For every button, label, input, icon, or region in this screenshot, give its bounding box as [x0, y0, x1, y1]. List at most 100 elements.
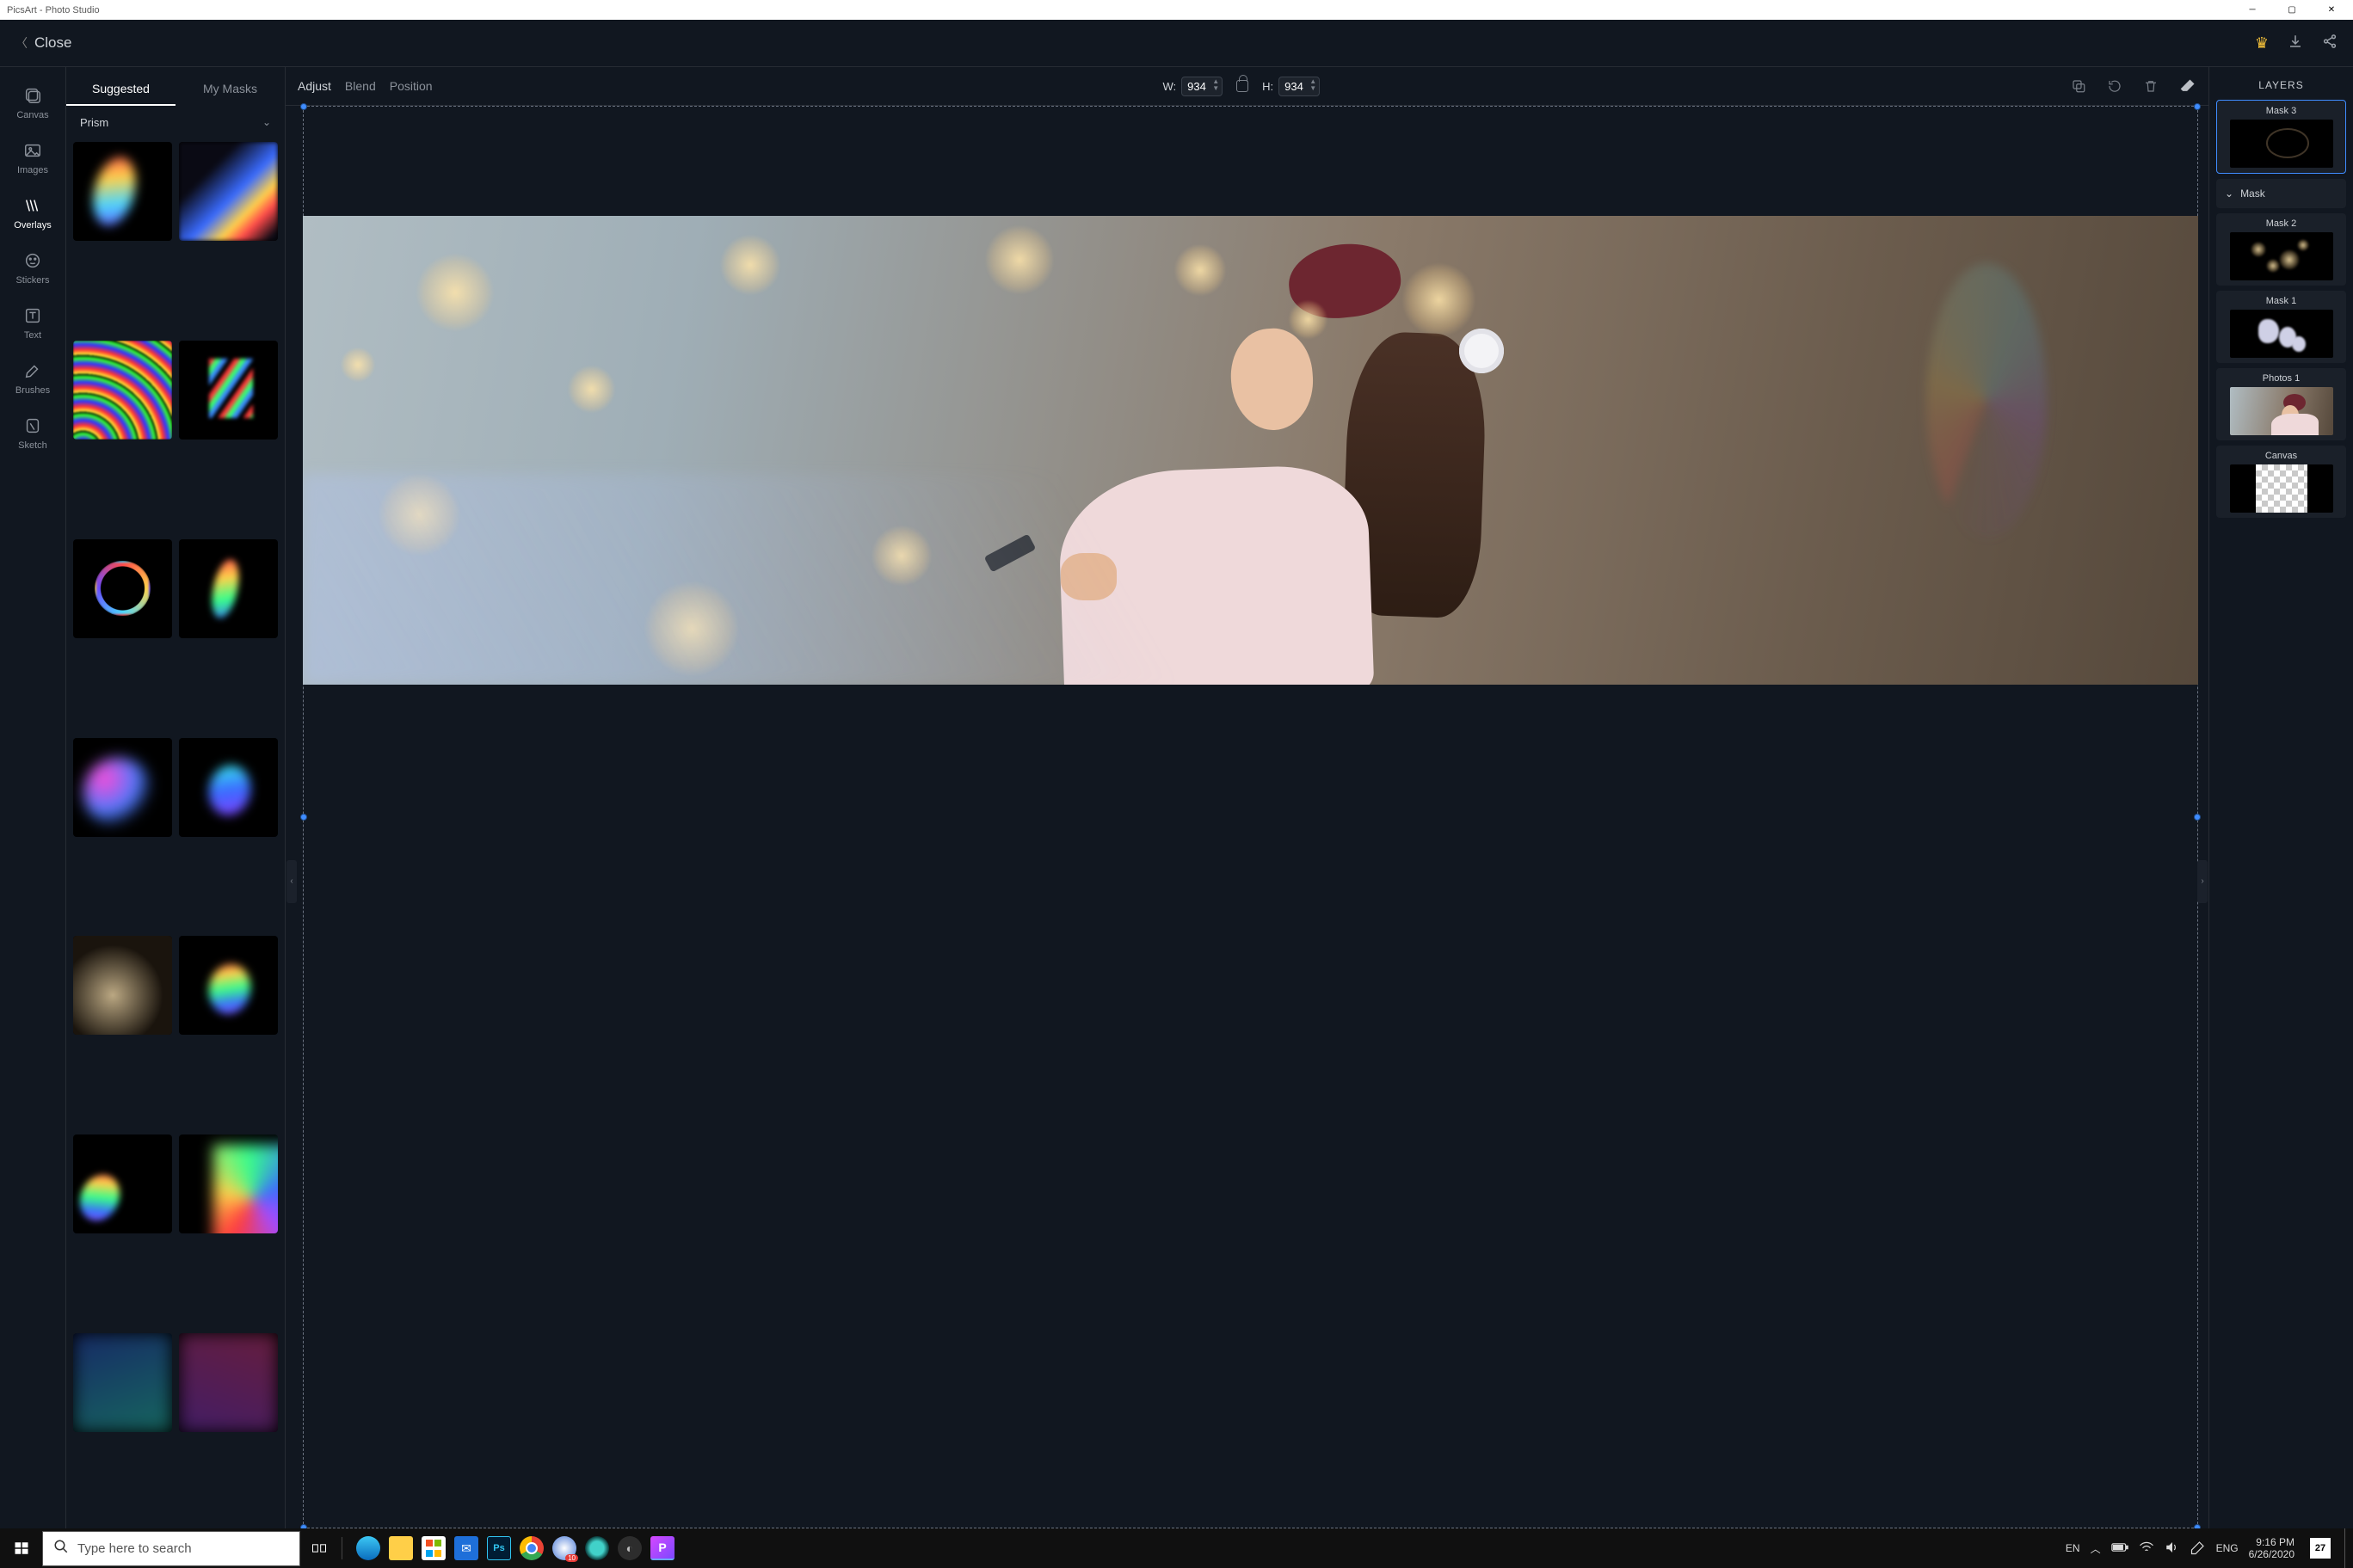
- rail-overlays[interactable]: Overlays: [0, 186, 65, 241]
- width-label: W:: [1162, 80, 1176, 93]
- taskbar-app-store[interactable]: [422, 1536, 446, 1560]
- search-placeholder: Type here to search: [77, 1541, 192, 1556]
- tool-adjust[interactable]: Adjust: [298, 79, 331, 93]
- handle-tr[interactable]: [2194, 103, 2201, 110]
- tab-my-masks[interactable]: My Masks: [176, 82, 285, 106]
- overlay-thumb[interactable]: [179, 142, 278, 241]
- mask-group-row[interactable]: ⌄ Mask: [2216, 179, 2346, 208]
- handle-mr[interactable]: [2194, 814, 2201, 821]
- layer-item[interactable]: Canvas: [2216, 446, 2346, 518]
- maximize-button[interactable]: ▢: [2272, 0, 2312, 20]
- app-root: 〈 Close ♛ Canvas Images: [0, 20, 2353, 1528]
- canvas-icon: [23, 86, 42, 105]
- width-stepper[interactable]: ▲▼: [1212, 78, 1219, 92]
- taskbar-app-generic1[interactable]: 10: [552, 1536, 576, 1560]
- rail-brushes[interactable]: Brushes: [0, 351, 65, 406]
- premium-crown-icon[interactable]: ♛: [2255, 34, 2269, 52]
- canvas-photo[interactable]: [303, 216, 2198, 685]
- close-button[interactable]: 〈 Close: [15, 34, 71, 52]
- close-window-button[interactable]: ✕: [2312, 0, 2351, 20]
- download-icon[interactable]: [2288, 34, 2303, 53]
- rail-sketch[interactable]: Sketch: [0, 406, 65, 461]
- tray-battery-icon[interactable]: [2111, 1542, 2128, 1555]
- chevron-left-icon: 〈: [15, 34, 28, 52]
- layer-name: Canvas: [2265, 451, 2297, 461]
- overlay-thumb[interactable]: [179, 1333, 278, 1432]
- app-header: 〈 Close ♛: [0, 20, 2353, 67]
- handle-ml[interactable]: [300, 814, 307, 821]
- layers-list: Mask 3 ⌄ Mask Mask 2: [2209, 100, 2353, 1528]
- tray-date: 6/26/2020: [2249, 1548, 2294, 1560]
- rail-label: Brushes: [15, 385, 50, 396]
- category-dropdown[interactable]: Prism ⌄: [66, 106, 285, 138]
- overlay-thumbnails: [66, 138, 285, 1528]
- tray-lang1[interactable]: EN: [2066, 1542, 2080, 1554]
- handle-tl[interactable]: [300, 103, 307, 110]
- taskbar-app-mail[interactable]: ✉: [454, 1536, 478, 1560]
- right-panel: LAYERS Mask 3 ⌄ Mask Mask 2: [2208, 67, 2353, 1528]
- tray-volume-icon[interactable]: [2165, 1540, 2180, 1557]
- tool-blend[interactable]: Blend: [345, 79, 376, 93]
- rail-label: Overlays: [14, 220, 51, 231]
- rail-stickers[interactable]: Stickers: [0, 241, 65, 296]
- window-titlebar: PicsArt - Photo Studio ─ ▢ ✕: [0, 0, 2353, 20]
- layer-thumb: [2230, 310, 2333, 358]
- overlay-thumb[interactable]: [179, 539, 278, 638]
- show-desktop-button[interactable]: [2344, 1528, 2350, 1568]
- taskbar-app-chrome[interactable]: [520, 1536, 544, 1560]
- rail-text[interactable]: Text: [0, 296, 65, 351]
- overlays-icon: [23, 196, 42, 215]
- rail-canvas[interactable]: Canvas: [0, 76, 65, 131]
- window-title: PicsArt - Photo Studio: [7, 5, 100, 15]
- taskbar-app-generic3[interactable]: ◐: [618, 1536, 642, 1560]
- layer-item[interactable]: Mask 1: [2216, 291, 2346, 363]
- lock-aspect-icon[interactable]: [1236, 80, 1248, 92]
- duplicate-icon[interactable]: [2071, 78, 2086, 94]
- layer-item[interactable]: Mask 2: [2216, 213, 2346, 286]
- overlay-thumb[interactable]: [73, 341, 172, 440]
- collapse-left-button[interactable]: ‹: [286, 860, 297, 903]
- tool-position[interactable]: Position: [390, 79, 433, 93]
- canvas-area[interactable]: ‹ ›: [286, 106, 2208, 1528]
- task-view-button[interactable]: [302, 1540, 336, 1557]
- height-stepper[interactable]: ▲▼: [1309, 78, 1316, 92]
- share-icon[interactable]: [2322, 34, 2338, 53]
- tray-lang2[interactable]: ENG: [2216, 1542, 2239, 1554]
- collapse-right-button[interactable]: ›: [2197, 860, 2208, 903]
- tray-chevron-up-icon[interactable]: ︿: [2091, 1541, 2101, 1556]
- overlay-thumb[interactable]: [179, 738, 278, 837]
- tray-pen-icon[interactable]: [2190, 1540, 2206, 1558]
- taskbar-app-explorer[interactable]: [389, 1536, 413, 1560]
- delete-icon[interactable]: [2143, 78, 2159, 94]
- layer-name: Photos 1: [2263, 373, 2300, 384]
- taskbar-search[interactable]: Type here to search: [42, 1531, 300, 1566]
- eraser-icon[interactable]: [2179, 77, 2196, 95]
- start-button[interactable]: [0, 1528, 42, 1568]
- layer-item[interactable]: Mask 3: [2216, 100, 2346, 174]
- brushes-icon: [23, 361, 42, 380]
- tab-suggested[interactable]: Suggested: [66, 82, 176, 106]
- taskbar-app-photoshop[interactable]: Ps: [487, 1536, 511, 1560]
- tray-clock[interactable]: 9:16 PM 6/26/2020: [2249, 1536, 2294, 1560]
- overlay-thumb[interactable]: [73, 1134, 172, 1233]
- taskbar-app-generic2[interactable]: [585, 1536, 609, 1560]
- taskbar-app-edge[interactable]: [356, 1536, 380, 1560]
- windows-taskbar: Type here to search ✉ Ps 10 ◐ P EN ︿ ENG…: [0, 1528, 2353, 1568]
- overlay-thumb[interactable]: [73, 936, 172, 1035]
- sketch-icon: [23, 416, 42, 435]
- layer-name: Mask 3: [2266, 106, 2296, 116]
- overlay-thumb[interactable]: [73, 1333, 172, 1432]
- minimize-button[interactable]: ─: [2233, 0, 2272, 20]
- layer-item[interactable]: Photos 1: [2216, 368, 2346, 440]
- tray-calendar-badge[interactable]: 27: [2310, 1538, 2331, 1559]
- overlay-thumb[interactable]: [73, 738, 172, 837]
- overlay-thumb[interactable]: [73, 539, 172, 638]
- reset-icon[interactable]: [2107, 78, 2122, 94]
- taskbar-app-picsart[interactable]: P: [650, 1536, 674, 1560]
- rail-images[interactable]: Images: [0, 131, 65, 186]
- tray-wifi-icon[interactable]: [2139, 1541, 2154, 1556]
- overlay-thumb[interactable]: [179, 936, 278, 1035]
- overlay-thumb[interactable]: [73, 142, 172, 241]
- overlay-thumb[interactable]: [179, 1134, 278, 1233]
- overlay-thumb[interactable]: [179, 341, 278, 440]
